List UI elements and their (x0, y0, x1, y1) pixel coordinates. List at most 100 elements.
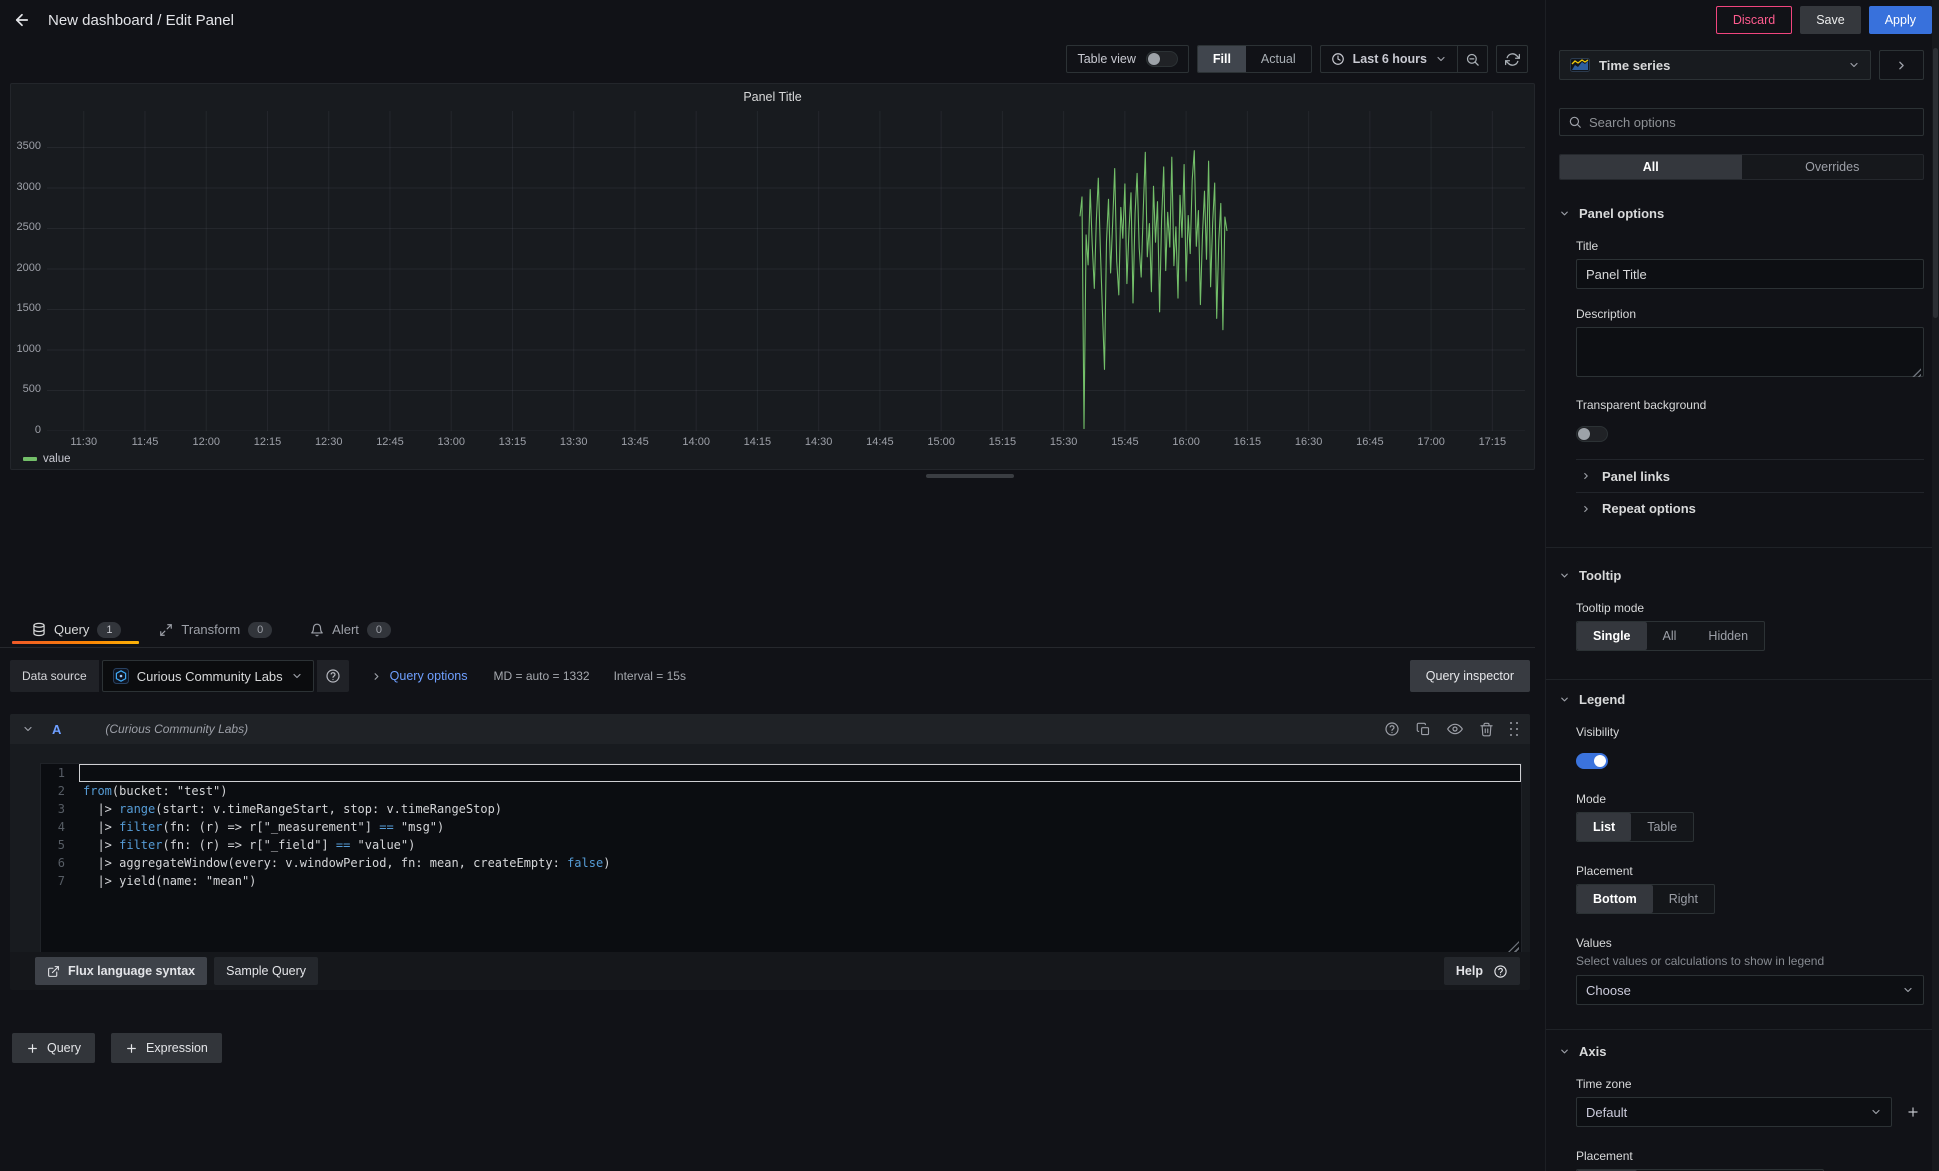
add-query-label: Query (47, 1041, 81, 1055)
transparent-background-toggle[interactable] (1576, 426, 1608, 442)
legend-values-select[interactable]: Choose (1576, 975, 1924, 1005)
code-line[interactable]: 1 (41, 764, 1521, 782)
tab-alert[interactable]: Alert 0 (290, 612, 409, 647)
tab-transform[interactable]: Transform 0 (139, 612, 290, 647)
table-view-label: Table view (1077, 52, 1135, 66)
repeat-options-row[interactable]: Repeat options (1576, 492, 1924, 525)
chevron-right-icon (1581, 504, 1591, 514)
section-panel-options[interactable]: Panel options (1559, 206, 1924, 221)
add-expression-button[interactable]: Expression (111, 1033, 222, 1063)
table-view-toggle[interactable] (1146, 51, 1178, 67)
y-axis-tick-label: 3000 (11, 181, 41, 193)
add-timezone-button[interactable] (1902, 1101, 1924, 1123)
zoom-out-button[interactable] (1458, 45, 1488, 73)
tooltip-mode-single[interactable]: Single (1577, 622, 1647, 650)
flux-syntax-label: Flux language syntax (68, 964, 195, 978)
collapse-options-pane-button[interactable] (1879, 50, 1924, 80)
chevron-right-icon (1895, 59, 1908, 72)
x-axis-tick-label: 14:45 (858, 436, 902, 448)
legend-placement-bottom[interactable]: Bottom (1577, 885, 1653, 913)
datasource-picker[interactable]: Curious Community Labs (102, 660, 314, 692)
table-view-control: Table view (1066, 45, 1188, 73)
arrow-left-icon (13, 11, 31, 29)
tooltip-mode-hidden[interactable]: Hidden (1692, 622, 1764, 650)
query-ref-id: A (52, 722, 61, 737)
help-label: Help (1456, 964, 1483, 978)
refresh-icon (1505, 52, 1520, 67)
code-line[interactable]: 6 |> aggregateWindow(every: v.windowPeri… (41, 854, 1521, 872)
max-data-points-value: MD = auto = 1332 (493, 669, 589, 683)
code-line[interactable]: 2from(bucket: "test") (41, 782, 1521, 800)
tab-all-options[interactable]: All (1560, 155, 1742, 179)
legend-values-placeholder: Choose (1586, 983, 1631, 998)
code-line[interactable]: 3 |> range(start: v.timeRangeStart, stop… (41, 800, 1521, 818)
query-help-icon[interactable] (1384, 721, 1400, 737)
options-search-input[interactable] (1589, 115, 1915, 130)
timezone-select[interactable]: Default (1576, 1097, 1892, 1127)
duplicate-query-icon[interactable] (1416, 722, 1431, 737)
legend-mode-label: Mode (1576, 792, 1924, 806)
flux-code-editor[interactable]: 12from(bucket: "test")3 |> range(start: … (40, 763, 1522, 955)
section-axis[interactable]: Axis (1559, 1044, 1924, 1059)
legend-placement-right[interactable]: Right (1653, 885, 1714, 913)
bell-icon (310, 623, 324, 637)
y-axis-tick-label: 0 (11, 424, 41, 436)
panel-links-row[interactable]: Panel links (1576, 459, 1924, 492)
series-legend-label[interactable]: value (43, 453, 71, 465)
x-axis-tick-label: 14:15 (735, 436, 779, 448)
add-query-button[interactable]: Query (12, 1033, 95, 1063)
legend: value (23, 453, 71, 465)
query-actions-row: Query Expression (12, 1033, 222, 1063)
chevron-down-icon (1559, 570, 1570, 581)
time-series-plot[interactable] (47, 111, 1525, 431)
pane-resize-handle[interactable] (926, 474, 1014, 478)
edit-tabs: Query 1 Transform 0 Alert 0 (0, 612, 1535, 648)
x-axis-tick-label: 13:15 (490, 436, 534, 448)
query-inspector-button[interactable]: Query inspector (1410, 660, 1530, 692)
back-button[interactable] (0, 0, 44, 40)
database-icon (32, 622, 46, 637)
legend-placement-label: Placement (1576, 864, 1924, 878)
query-editor-header[interactable]: A (Curious Community Labs) (10, 714, 1530, 744)
tooltip-mode-label: Tooltip mode (1576, 601, 1924, 615)
section-legend[interactable]: Legend (1559, 692, 1924, 707)
time-range-picker[interactable]: Last 6 hours (1320, 45, 1458, 73)
repeat-options-label: Repeat options (1602, 501, 1696, 516)
panel-title-input[interactable] (1576, 259, 1924, 289)
code-line[interactable]: 4 |> filter(fn: (r) => r["_measurement"]… (41, 818, 1521, 836)
interval-value: Interval = 15s (614, 669, 686, 683)
chevron-down-icon (291, 670, 303, 682)
code-line[interactable]: 7 |> yield(name: "mean") (41, 872, 1521, 890)
plus-icon (125, 1042, 138, 1055)
tooltip-mode-all[interactable]: All (1647, 622, 1693, 650)
section-tooltip[interactable]: Tooltip (1559, 568, 1924, 583)
refresh-button[interactable] (1496, 45, 1528, 73)
delete-query-trash-icon[interactable] (1479, 722, 1494, 737)
code-line[interactable]: 5 |> filter(fn: (r) => r["_field"] == "v… (41, 836, 1521, 854)
chevron-down-icon[interactable] (22, 723, 34, 735)
tab-overrides[interactable]: Overrides (1742, 155, 1924, 179)
legend-mode-table[interactable]: Table (1631, 813, 1693, 841)
actual-option[interactable]: Actual (1246, 46, 1311, 72)
tab-query[interactable]: Query 1 (12, 612, 139, 647)
x-axis-tick-label: 16:15 (1225, 436, 1269, 448)
legend-visibility-toggle[interactable] (1576, 753, 1608, 769)
breadcrumb: New dashboard / Edit Panel (48, 12, 234, 29)
help-button[interactable]: Help (1444, 957, 1520, 985)
options-scrollbar[interactable] (1932, 0, 1939, 1171)
influxdb-datasource-icon (113, 668, 129, 684)
sample-query-button[interactable]: Sample Query (214, 957, 318, 985)
legend-mode-list[interactable]: List (1577, 813, 1631, 841)
question-circle-icon (325, 668, 341, 684)
external-link-icon (47, 965, 60, 978)
datasource-help-button[interactable] (317, 660, 349, 692)
flux-syntax-button[interactable]: Flux language syntax (35, 957, 207, 985)
disable-query-eye-icon[interactable] (1447, 721, 1463, 737)
section-title: Axis (1579, 1044, 1606, 1059)
zoom-out-icon (1465, 52, 1480, 67)
fill-option[interactable]: Fill (1198, 46, 1246, 72)
description-textarea[interactable] (1576, 327, 1924, 377)
drag-handle-icon[interactable] (1510, 722, 1518, 736)
query-options-toggle[interactable]: Query options (371, 669, 468, 683)
visualization-picker[interactable]: Time series (1559, 50, 1871, 80)
